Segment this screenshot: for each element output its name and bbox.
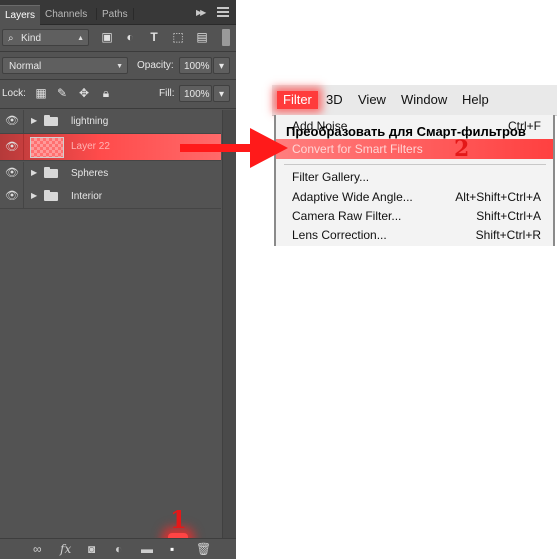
panel-menu-icon[interactable] [217, 7, 229, 18]
menu-bar: Filter 3D View Window Help [272, 85, 557, 116]
visibility-eye-icon[interactable]: 👁︎ [5, 191, 19, 202]
russian-caption: Преобразовать для Смарт-фильтров [286, 124, 526, 139]
menu-item-label: Convert for Smart Filters [292, 142, 423, 156]
menu-window[interactable]: Window [401, 85, 447, 115]
divider [0, 79, 236, 80]
layer-name: lightning [71, 116, 109, 127]
blend-row: Normal ▼ Opacity: 100% ▾ [0, 57, 236, 75]
tab-paths[interactable]: Paths [97, 5, 133, 24]
menu-item-label: Camera Raw Filter... [292, 209, 402, 223]
new-layer-icon[interactable]: ▪ [170, 542, 174, 556]
opacity-dropdown-button[interactable]: ▾ [213, 57, 230, 74]
layer-name: Interior [71, 191, 103, 202]
menu-item-shortcut: Alt+Shift+Ctrl+A [455, 190, 541, 204]
expand-triangle-icon[interactable]: ▶ [31, 168, 37, 177]
lock-label: Lock: [2, 88, 26, 99]
link-icon[interactable]: ∞ [33, 542, 42, 556]
menu-separator [284, 164, 546, 165]
adjustment-icon[interactable]: ◐ [115, 542, 122, 556]
tab-layers[interactable]: Layers [0, 5, 41, 25]
layer-filter-row: ⌕ Kind ▲ ▣ ◐ T ⬚ ▤ [0, 29, 236, 47]
lock-row: Lock: ▦ ✎ ✥ 🔒︎ Fill: 100% ▾ [0, 85, 236, 103]
opacity-input[interactable]: 100% [179, 57, 212, 74]
arrow-shape [180, 128, 288, 168]
menu-item-label: Filter Gallery... [292, 170, 370, 184]
visibility-eye-icon[interactable]: 👁︎ [5, 116, 19, 127]
menu-item-label: Adaptive Wide Angle... [292, 190, 413, 204]
filter-kind-select[interactable]: ⌕ Kind ▲ [2, 29, 89, 46]
fill-input[interactable]: 100% [179, 85, 212, 102]
layer-name: Layer 22 [71, 141, 110, 152]
menu-item-label: Lens Correction... [292, 228, 387, 242]
blend-mode-value: Normal [9, 61, 42, 72]
layers-bottom-bar: ∞ fx ◙ ◐ ▬ ▪ 🗑︎ [0, 538, 236, 559]
lock-transparent-icon[interactable]: ▦ [34, 85, 48, 102]
menu-filter[interactable]: Filter [277, 91, 318, 109]
select-arrow-icon: ▲ [77, 35, 84, 42]
menu-3d[interactable]: 3D [326, 85, 343, 115]
type-filter-icon[interactable]: T [146, 29, 162, 46]
select-arrow-icon: ▼ [116, 63, 123, 70]
filter-toggle[interactable] [222, 29, 230, 46]
column-separator [23, 134, 24, 160]
expand-triangle-icon[interactable]: ▶ [31, 116, 37, 125]
layer-name: Spheres [71, 168, 109, 179]
menu-item-lens-correction[interactable]: Lens Correction... Shift+Ctrl+R [276, 225, 553, 245]
mask-icon[interactable]: ◙ [88, 542, 95, 556]
folder-icon [44, 167, 58, 178]
divider [0, 51, 236, 52]
layer-thumbnail [30, 137, 64, 158]
fill-dropdown-button[interactable]: ▾ [213, 85, 230, 102]
tab-channels[interactable]: Channels [40, 5, 92, 24]
opacity-label: Opacity: [137, 60, 174, 71]
menu-view[interactable]: View [358, 85, 386, 115]
layers-panel: Layers Channels Paths ▶▶ ⌕ Kind ▲ ▣ ◐ T … [0, 0, 236, 559]
pointer-arrow [180, 128, 288, 168]
menu-item-convert-for-smart-filters[interactable]: Convert for Smart Filters [276, 139, 553, 159]
group-folder-icon[interactable]: ▬ [141, 542, 153, 556]
search-icon: ⌕ [8, 33, 14, 44]
step-1-label: 1 [170, 505, 187, 534]
menu-item-filter-gallery[interactable]: Filter Gallery... [276, 167, 553, 187]
fx-icon[interactable]: fx [60, 542, 71, 556]
shape-filter-icon[interactable]: ⬚ [170, 29, 186, 46]
lock-brush-icon[interactable]: ✎ [55, 85, 69, 102]
filter-kind-label: Kind [21, 33, 42, 44]
step-2-label: 2 [454, 136, 470, 162]
layer-row-interior[interactable]: 👁︎ ▶ Interior [0, 185, 221, 209]
visibility-eye-icon[interactable]: 👁︎ [5, 168, 19, 179]
pixel-filter-icon[interactable]: ▣ [99, 29, 115, 46]
column-separator [23, 110, 24, 133]
menu-item-adaptive-wide-angle[interactable]: Adaptive Wide Angle... Alt+Shift+Ctrl+A [276, 187, 553, 207]
lock-all-icon[interactable]: 🔒︎ [99, 85, 113, 102]
trash-icon[interactable]: 🗑︎ [196, 542, 211, 556]
divider [0, 108, 236, 109]
menu-item-shortcut: Shift+Ctrl+R [475, 228, 541, 242]
smart-object-filter-icon[interactable]: ▤ [194, 29, 210, 46]
menu-item-camera-raw-filter[interactable]: Camera Raw Filter... Shift+Ctrl+A [276, 206, 553, 226]
panel-tab-bar: Layers Channels Paths ▶▶ [0, 0, 236, 25]
menu-help[interactable]: Help [462, 85, 489, 115]
folder-icon [44, 190, 58, 201]
visibility-eye-icon[interactable]: 👁︎ [5, 142, 19, 153]
filter-menu-window: Filter 3D View Window Help Add Noise Ctr… [272, 85, 557, 246]
adjustment-filter-icon[interactable]: ◐ [122, 29, 138, 46]
tab-separator [133, 8, 134, 20]
collapse-panel-icon[interactable]: ▶▶ [196, 8, 206, 17]
menu-item-shortcut: Shift+Ctrl+A [476, 209, 541, 223]
expand-triangle-icon[interactable]: ▶ [31, 191, 37, 200]
column-separator [23, 185, 24, 208]
column-separator [23, 162, 24, 185]
folder-icon [44, 115, 58, 126]
lock-position-icon[interactable]: ✥ [77, 85, 91, 102]
fill-label: Fill: [159, 88, 175, 99]
blend-mode-select[interactable]: Normal ▼ [2, 57, 128, 74]
